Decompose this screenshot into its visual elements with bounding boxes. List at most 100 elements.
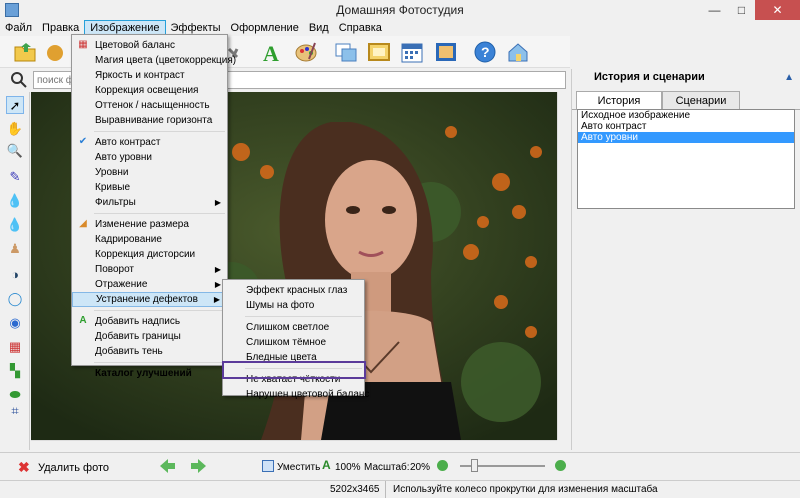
submenu-arrow-icon: ▶ — [214, 265, 221, 274]
menu-item-filters[interactable]: Фильтры ▶ — [72, 195, 227, 210]
fit-icon[interactable] — [262, 460, 274, 472]
svg-text:A: A — [263, 41, 279, 65]
menu-help[interactable]: Справка — [334, 20, 387, 36]
menu-item-auto-contrast[interactable]: ✔ Авто контраст — [72, 135, 227, 150]
hand-tool-icon[interactable]: ✋ — [6, 120, 24, 138]
tab-scenarios[interactable]: Сценарии — [662, 91, 740, 109]
history-list: Исходное изображение Авто контраст Авто … — [577, 109, 795, 209]
history-panel-title: История и сценарии — [594, 71, 705, 83]
menu-item-noise[interactable]: Шумы на фото — [223, 298, 364, 313]
ellipse-tool-icon[interactable]: ◯ — [6, 290, 24, 308]
next-arrow-icon[interactable] — [190, 457, 208, 475]
zoom-slider-thumb[interactable] — [471, 459, 478, 472]
menu-item-too-dark[interactable]: Слишком тёмное — [223, 335, 364, 350]
menu-item-color-balance[interactable]: ▦ Цветовой баланс — [72, 38, 227, 53]
menu-item-distortion[interactable]: Коррекция дисторсии — [72, 247, 227, 262]
menu-item-red-eye[interactable]: Эффект красных глаз — [223, 283, 364, 298]
status-hint: Используйте колесо прокрутки для изменен… — [393, 484, 658, 495]
status-bar: 5202x3465 Используйте колесо прокрутки д… — [0, 480, 800, 498]
color-tool-icon[interactable]: ▦ — [6, 338, 24, 356]
zoom100-icon[interactable]: A — [322, 458, 331, 472]
blur-tool-icon[interactable]: 💧 — [6, 192, 24, 210]
pin-icon[interactable]: ▲ — [784, 72, 794, 83]
submenu-arrow-icon: ▶ — [214, 198, 221, 207]
window-title: Домашняя Фотостудия — [336, 3, 464, 17]
menu-item-defects[interactable]: Устранение дефектов ▶ — [72, 292, 227, 307]
stamp-tool-icon[interactable]: ♟ — [6, 240, 24, 258]
effects-tool-icon[interactable]: ▚ — [6, 362, 24, 380]
pointer-tool-icon[interactable]: ➚ — [6, 96, 24, 114]
menu-item-levels[interactable]: Уровни — [72, 165, 227, 180]
zoom100-button[interactable]: 100% — [335, 462, 361, 473]
image-menu: ▦ Цветовой баланс Магия цвета (цветокорре… — [71, 34, 236, 379]
close-button[interactable]: ✕ — [755, 0, 800, 20]
menu-item-auto-levels[interactable]: Авто уровни — [72, 150, 227, 165]
history-item[interactable]: Исходное изображение — [578, 110, 794, 121]
submenu-arrow-icon: ▶ — [213, 295, 220, 304]
highlight-callout — [222, 361, 366, 379]
menu-item-too-light[interactable]: Слишком светлое — [223, 320, 364, 335]
menu-item-catalog[interactable]: Каталог улучшений — [72, 366, 227, 381]
zoom-in-icon[interactable] — [555, 460, 566, 471]
tool-icon-partial[interactable] — [42, 39, 68, 65]
home-icon[interactable] — [505, 39, 531, 65]
image-dimensions: 5202x3465 — [330, 484, 380, 495]
drop-tool-icon[interactable]: 💧 — [6, 216, 24, 234]
menu-view[interactable]: Вид — [304, 20, 334, 36]
text-icon[interactable]: A — [258, 39, 284, 66]
app-icon — [5, 3, 19, 17]
app-window: Домашняя Фотостудия — □ ✕ Файл Правка Из… — [0, 0, 800, 498]
contrast-tool-icon[interactable]: ◑ — [6, 266, 24, 284]
search-icon — [10, 71, 28, 89]
maximize-button[interactable]: □ — [728, 0, 755, 20]
delete-photo-button[interactable]: Удалить фото — [38, 462, 109, 474]
menu-item-reflect[interactable]: Отражение ▶ — [72, 277, 227, 292]
menu-item-hue[interactable]: Оттенок / насыщенность — [72, 98, 227, 113]
menu-item-add-text[interactable]: A Добавить надпись — [72, 314, 227, 329]
prev-arrow-icon[interactable] — [158, 457, 176, 475]
menu-item-color-balance-broken[interactable]: Нарушен цветовой баланс — [223, 387, 369, 402]
menu-item-resize[interactable]: ◢ Изменение размера — [72, 217, 227, 232]
menu-design[interactable]: Оформление — [226, 20, 304, 36]
palette-icon[interactable] — [293, 39, 319, 65]
frame-icon[interactable] — [366, 39, 392, 65]
fit-button[interactable]: Уместить — [277, 462, 320, 473]
menu-item-crop[interactable]: Кадрирование — [72, 232, 227, 247]
help-icon[interactable]: ? — [472, 39, 498, 65]
lens-tool-icon[interactable]: ◉ — [6, 314, 24, 332]
scale-label: Масштаб: — [364, 462, 410, 473]
horizontal-scrollbar[interactable] — [31, 440, 557, 450]
open-folder-icon[interactable] — [12, 39, 38, 65]
calendar-icon[interactable] — [399, 39, 425, 65]
crop-tool-icon[interactable]: ⌗ — [6, 402, 24, 420]
menu-item-horizon[interactable]: Выравнивание горизонта — [72, 113, 227, 128]
bottom-bar: ✖ Удалить фото Уместить A 100% Масштаб: … — [0, 452, 800, 480]
menu-item-add-shadow[interactable]: Добавить тень — [72, 344, 227, 359]
collage-icon[interactable] — [333, 39, 359, 65]
history-item-selected[interactable]: Авто уровни — [578, 132, 794, 143]
menu-file[interactable]: Файл — [0, 20, 37, 36]
menu-item-rotate[interactable]: Поворот ▶ — [72, 262, 227, 277]
color-balance-icon: ▦ — [78, 39, 88, 50]
menu-item-brightness[interactable]: Яркость и контраст — [72, 68, 227, 83]
zoom-out-icon[interactable] — [437, 460, 448, 471]
zoom-tool-icon[interactable]: 🔍 — [6, 142, 24, 160]
vertical-scrollbar[interactable] — [557, 92, 570, 440]
menu-item-add-borders[interactable]: Добавить границы — [72, 329, 227, 344]
history-item[interactable]: Авто контраст — [578, 121, 794, 132]
tab-history[interactable]: История действий — [576, 91, 662, 125]
check-icon: ✔ — [78, 136, 88, 147]
submenu-arrow-icon: ▶ — [214, 280, 221, 289]
title-bar: Домашняя Фотостудия — □ ✕ — [0, 0, 800, 20]
menu-item-curves[interactable]: Кривые — [72, 180, 227, 195]
resize-icon: ◢ — [79, 218, 87, 229]
delete-icon[interactable]: ✖ — [18, 459, 30, 476]
menu-item-lighting[interactable]: Коррекция освещения — [72, 83, 227, 98]
scale-value: 20% — [410, 462, 431, 473]
svg-text:?: ? — [481, 44, 490, 60]
minimize-button[interactable]: — — [701, 0, 728, 20]
postcard-icon[interactable] — [433, 39, 459, 65]
brush-tool-icon[interactable]: ✎ — [6, 168, 24, 186]
menu-item-color-magic[interactable]: Магия цвета (цветокоррекция) — [72, 53, 236, 68]
left-toolbar: ➚ ✋ 🔍 ✎ 💧 💧 ♟ ◑ ◯ ◉ ▦ ▚ ⬬ ⌗ — [0, 92, 30, 450]
